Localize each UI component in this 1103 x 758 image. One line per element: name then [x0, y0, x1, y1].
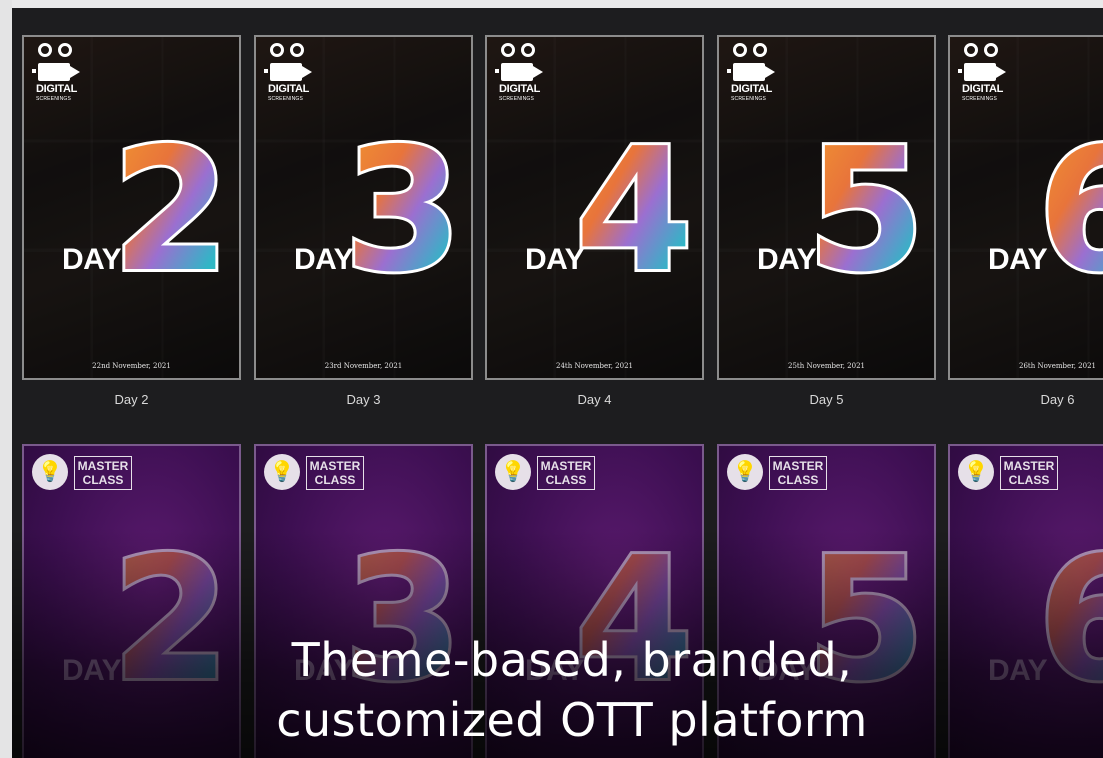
- video-caption-line2: customized OTT platform: [276, 693, 868, 747]
- screening-card[interactable]: DIGITALSCREENINGS 6DAY 26th November, 2021: [948, 35, 1103, 380]
- film-reel-icon: [501, 43, 541, 61]
- screening-card[interactable]: DIGITAL SCREENINGS 2 DAY 22nd November, 2021: [22, 35, 241, 380]
- day-label: DAY: [62, 243, 122, 276]
- masterclass-card[interactable]: 💡MASTERCLASS6DAY: [948, 444, 1103, 758]
- screening-date: 23rd November, 2021: [324, 362, 403, 370]
- day-number: 6: [1035, 518, 1103, 722]
- day-number: 4: [572, 109, 696, 313]
- masterclass-line1: MASTER: [540, 459, 592, 473]
- camera-icon: [958, 63, 1006, 81]
- masterclass-line1: MASTER: [77, 459, 129, 473]
- brand-line1: DIGITAL: [499, 83, 541, 95]
- day-label: DAY: [294, 243, 354, 276]
- video-caption-line1: Theme-based, branded,: [291, 633, 853, 687]
- masterclass-label: MASTER CLASS: [74, 456, 132, 490]
- digital-screenings-logo: DIGITAL SCREENINGS: [958, 43, 1018, 115]
- masterclass-line1: MASTER: [772, 459, 824, 473]
- masterclass-label: MASTER CLASS: [769, 456, 827, 490]
- card-caption[interactable]: Day 5: [717, 392, 936, 407]
- day-number-glyph: 6: [1042, 528, 1103, 698]
- masterclass-badge: 💡 MASTER CLASS: [264, 454, 374, 494]
- card-caption[interactable]: Day 3: [254, 392, 473, 407]
- brand-line1: DIGITAL: [962, 83, 1004, 95]
- day-number-glyph: 4: [579, 119, 689, 289]
- masterclass-badge: 💡 MASTER CLASS: [958, 454, 1068, 494]
- screening-date: 22nd November, 2021: [92, 362, 171, 370]
- masterclass-label: MASTER CLASS: [1000, 456, 1058, 490]
- lightbulb-icon: 💡: [264, 454, 300, 490]
- card-caption[interactable]: Day 4: [485, 392, 704, 407]
- day-number: 2: [109, 109, 233, 313]
- digital-screenings-logo: DIGITAL SCREENINGS: [495, 43, 555, 115]
- screening-card[interactable]: DIGITAL SCREENINGS 5 DAY 25th November, 2021: [717, 35, 936, 380]
- lightbulb-icon: 💡: [495, 454, 531, 490]
- brand-line1: DIGITAL: [36, 83, 78, 95]
- day-number-glyph: 2: [116, 119, 226, 289]
- brand-line2: SCREENINGS: [962, 96, 998, 102]
- masterclass-line1: MASTER: [309, 459, 361, 473]
- digital-screenings-logo: DIGITAL SCREENINGS: [264, 43, 324, 115]
- day-number: 3: [341, 109, 465, 313]
- masterclass-line2: CLASS: [314, 473, 356, 487]
- brand-line1: DIGITAL: [268, 83, 310, 95]
- day-number-glyph: 6: [1042, 119, 1103, 289]
- screening-card[interactable]: DIGITAL SCREENINGS 4 DAY 24th November, 2021: [485, 35, 704, 380]
- app-window: DIGITAL SCREENINGS 2 DAY 22nd November, 2021…: [0, 0, 1103, 758]
- digital-screenings-logo: DIGITAL SCREENINGS: [32, 43, 92, 115]
- brand-line1: DIGITAL: [731, 83, 773, 95]
- day-number-glyph: 5: [811, 119, 921, 289]
- day-label: DAY: [62, 654, 122, 687]
- card-caption[interactable]: Day 2: [22, 392, 241, 407]
- screening-date: 26th November, 2021: [1019, 362, 1096, 370]
- masterclass-line2: CLASS: [82, 473, 124, 487]
- content-grid: DIGITAL SCREENINGS 2 DAY 22nd November, 2021…: [12, 8, 1103, 758]
- card-caption[interactable]: Day 6: [948, 392, 1103, 407]
- brand-line2: SCREENINGS: [36, 96, 72, 102]
- day-label: DAY: [988, 243, 1048, 276]
- screening-date: 24th November, 2021: [556, 362, 633, 370]
- lightbulb-icon: 💡: [32, 454, 68, 490]
- day-number: 5: [804, 109, 928, 313]
- day-label: DAY: [757, 243, 817, 276]
- masterclass-badge: 💡 MASTER CLASS: [495, 454, 605, 494]
- film-reel-icon: [733, 43, 773, 61]
- masterclass-label: MASTER CLASS: [537, 456, 595, 490]
- video-caption: Theme-based, branded, customized OTT pla…: [192, 630, 952, 750]
- masterclass-badge: 💡 MASTER CLASS: [32, 454, 142, 494]
- camera-icon: [264, 63, 312, 81]
- brand-line2: SCREENINGS: [268, 96, 304, 102]
- day-label: DAY: [988, 654, 1048, 687]
- lightbulb-icon: 💡: [727, 454, 763, 490]
- masterclass-line2: CLASS: [1008, 473, 1050, 487]
- film-reel-icon: [270, 43, 310, 61]
- brand-line2: SCREENINGS: [499, 96, 535, 102]
- digital-screenings-logo: DIGITAL SCREENINGS: [727, 43, 787, 115]
- masterclass-line2: CLASS: [545, 473, 587, 487]
- film-reel-icon: [964, 43, 1004, 61]
- masterclass-label: MASTER CLASS: [306, 456, 364, 490]
- lightbulb-icon: 💡: [958, 454, 994, 490]
- masterclass-line2: CLASS: [777, 473, 819, 487]
- camera-icon: [495, 63, 543, 81]
- day-label: DAY: [525, 243, 585, 276]
- left-rail: [0, 0, 12, 758]
- masterclass-line1: MASTER: [1003, 459, 1055, 473]
- day-number: 6: [1035, 109, 1103, 313]
- masterclass-badge: 💡 MASTER CLASS: [727, 454, 837, 494]
- day-number-glyph: 3: [348, 119, 458, 289]
- film-reel-icon: [38, 43, 78, 61]
- screening-date: 25th November, 2021: [788, 362, 865, 370]
- camera-icon: [727, 63, 775, 81]
- camera-icon: [32, 63, 80, 81]
- screening-card[interactable]: DIGITAL SCREENINGS 3 DAY 23rd November, 2021: [254, 35, 473, 380]
- brand-line2: SCREENINGS: [731, 96, 767, 102]
